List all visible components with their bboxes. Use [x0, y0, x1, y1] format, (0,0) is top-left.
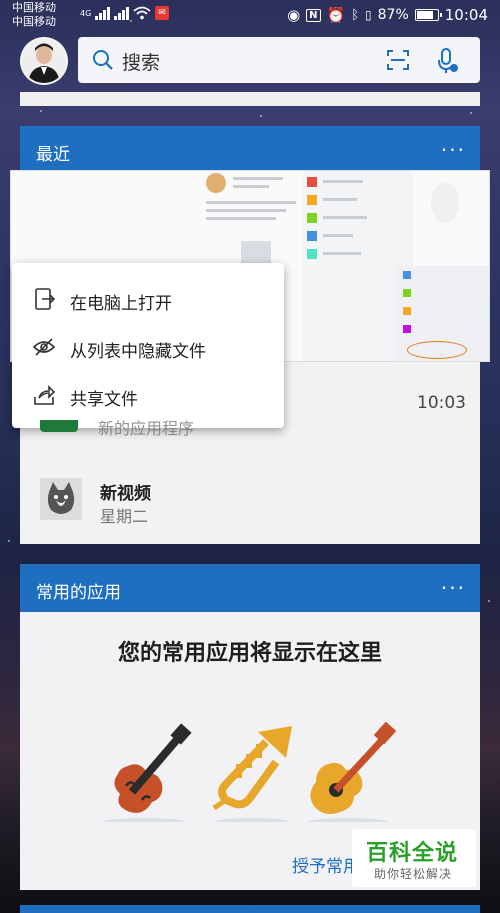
profile-photo [22, 39, 66, 83]
menu-label-hide-file: 从列表中隐藏文件 [70, 342, 206, 362]
menu-label-share-file: 共享文件 [70, 390, 138, 410]
battery-icon [414, 9, 442, 21]
vibrate-icon: ▯ [365, 8, 372, 22]
next-card-strip [20, 905, 480, 913]
frequent-apps-header: 常用的应用 ··· [20, 564, 480, 612]
alarm-icon: ⏰ [326, 6, 346, 24]
eye-icon: ◉ [287, 6, 301, 24]
signal-icon-2 [114, 6, 130, 20]
cat-image-icon [40, 478, 82, 520]
trumpet-icon [212, 726, 292, 822]
search-input[interactable]: 搜索 [122, 48, 160, 75]
bluetooth-icon: ᛒ [351, 7, 360, 23]
recent-item-title[interactable]: 新的应用程序 [98, 415, 194, 439]
app-file-icon [40, 420, 78, 432]
recent-more-icon[interactable]: ··· [441, 138, 466, 162]
watermark-main: 百科全说 [366, 841, 459, 866]
wifi-icon [133, 6, 151, 20]
recent-card-title: 最近 [36, 145, 70, 165]
network-type-label: 4G [80, 8, 92, 18]
menu-item-open-on-pc[interactable]: 在电脑上打开 [12, 275, 284, 323]
carrier-label-2: 中国移动 [12, 15, 56, 28]
notification-badge-icon: ✉ [155, 6, 169, 20]
open-on-pc-icon [35, 288, 56, 310]
nfc-icon: N [306, 8, 321, 22]
battery-percent: 87% [377, 7, 409, 23]
menu-item-share-file[interactable]: 共享文件 [12, 371, 284, 419]
hide-icon [32, 338, 56, 356]
clock: 10:04 [444, 6, 488, 24]
signal-icon [95, 6, 111, 20]
menu-item-hide-file[interactable]: 从列表中隐藏文件 [12, 323, 284, 371]
frequent-apps-title: 常用的应用 [36, 583, 121, 603]
avatar[interactable] [20, 37, 68, 85]
search-icon [93, 50, 113, 70]
menu-label-open-on-pc: 在电脑上打开 [70, 294, 172, 314]
recent-item-time: 10:03 [417, 393, 466, 413]
collapsed-card-strip [20, 92, 480, 106]
microphone-icon[interactable] [436, 47, 460, 75]
frequent-apps-message: 您的常用应用将显示在这里 [117, 641, 382, 666]
guitar-icon [308, 722, 397, 822]
carrier-label-1: 中国移动 [12, 1, 56, 14]
watermark-logo: 百科全说 助你轻松解决 [352, 829, 476, 887]
status-bar: 中国移动 中国移动 4G ✉ ◉ N ⏰ ᛒ ▯ 87% 10:04 [0, 0, 500, 30]
scan-icon[interactable] [386, 49, 410, 71]
search-bar[interactable]: 搜索 [78, 37, 480, 83]
recent-video-title[interactable]: 新视频 [100, 479, 151, 504]
recent-card-header: 最近 ··· [20, 126, 480, 174]
context-menu: 在电脑上打开 从列表中隐藏文件 共享文件 [12, 263, 284, 428]
share-icon [34, 385, 56, 405]
recent-video-date: 星期二 [100, 507, 149, 526]
violin-icon [104, 723, 192, 822]
video-thumbnail[interactable] [40, 478, 82, 520]
frequent-apps-more-icon[interactable]: ··· [441, 576, 466, 600]
watermark-sub: 助你轻松解决 [374, 867, 453, 881]
grant-permission-link[interactable]: 授予常用 [292, 852, 360, 877]
